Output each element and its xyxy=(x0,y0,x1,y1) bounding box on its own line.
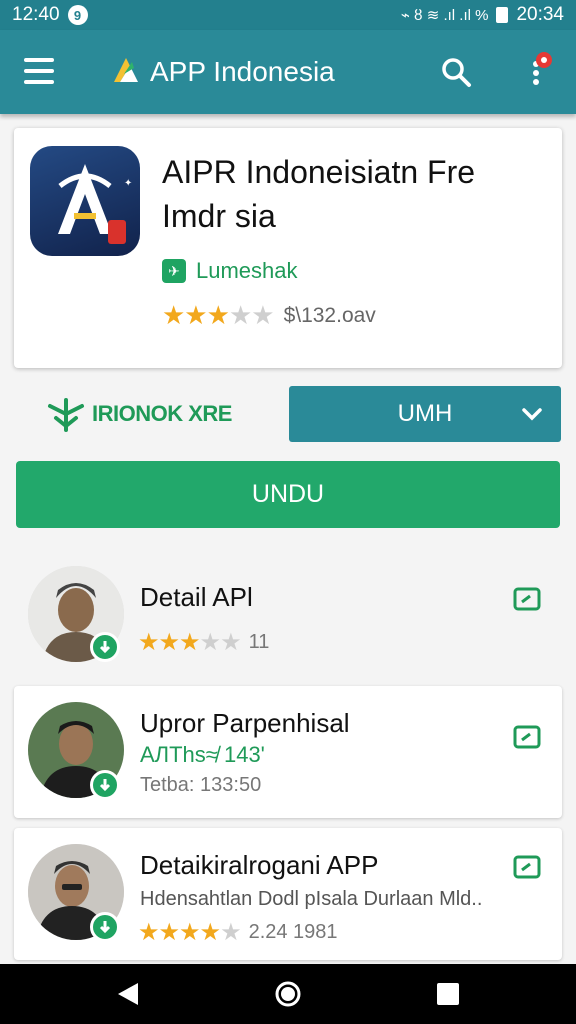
download-label: UNDU xyxy=(251,480,325,508)
install-badge-icon xyxy=(90,632,120,662)
status-clock: 20:34 xyxy=(516,4,564,25)
item-title: Detail APl xyxy=(140,582,253,612)
home-icon[interactable] xyxy=(274,980,302,1008)
install-badge-icon xyxy=(90,912,120,942)
menu-icon[interactable] xyxy=(24,58,54,84)
open-icon[interactable] xyxy=(512,584,542,614)
item-title: Upror Parpenhisal xyxy=(140,708,350,738)
open-icon[interactable] xyxy=(512,852,542,882)
star-rating-icon: ★★★★★ xyxy=(138,919,242,946)
notification-icon[interactable] xyxy=(522,50,558,90)
item-subtitle: AЛThs≉ 143' xyxy=(140,742,265,767)
navigation-bar xyxy=(0,964,576,1024)
app-title-line-2: Imdr sia xyxy=(162,198,276,234)
download-button[interactable]: UNDU xyxy=(16,461,560,528)
brand-logo-icon xyxy=(48,398,84,432)
open-icon[interactable] xyxy=(512,722,542,752)
list-item[interactable]: Detaikiralrogani APP Hdensahtlan Dodl pI… xyxy=(14,828,562,960)
app-header-card: ✦ AIPR Indoneisiatn Fre Imdr sia ✈ Lumes… xyxy=(14,128,562,368)
item-title: Detaikiralrogani APP xyxy=(140,850,379,880)
developer-badge-icon: ✈ xyxy=(162,259,186,283)
rating-count: 11 xyxy=(248,631,270,653)
app-title: APP Indonesia xyxy=(150,56,335,87)
app-title-text: AIPR Indoneisiatn Fre Imdr sia xyxy=(162,150,542,238)
recents-icon[interactable] xyxy=(434,980,462,1008)
developer-row[interactable]: ✈ Lumeshak xyxy=(162,258,298,284)
status-time: 12:40 xyxy=(12,4,60,25)
app-bar: APP Indonesia xyxy=(0,30,576,114)
item-meta: Tetba: 133:50 xyxy=(140,774,262,796)
developer-name: Lumeshak xyxy=(196,258,298,283)
brand-text: IRIONOK XRE xyxy=(92,401,232,426)
back-icon[interactable] xyxy=(114,980,142,1008)
select-value: UMH xyxy=(397,400,453,427)
install-badge-icon xyxy=(90,770,120,800)
app-a-logo-icon: ✦ xyxy=(58,164,132,244)
app-icon: ✦ xyxy=(30,146,140,256)
search-icon[interactable] xyxy=(440,56,472,88)
variant-select[interactable]: UMH xyxy=(289,386,561,442)
app-title-line-1: AIPR Indoneisiatn Fre xyxy=(162,154,476,190)
rating-count: 2.24 1981 xyxy=(248,921,338,943)
status-bar: 12:40 9 ⌁ ȣ ≋ .ıl .ıl % 20:34 xyxy=(0,0,576,30)
item-rating: ★★★★★ 11 xyxy=(138,628,269,657)
item-rating: ★★★★★ 2.24 1981 xyxy=(138,918,338,947)
star-rating-icon: ★★★★★ xyxy=(162,300,275,330)
list-item[interactable]: Upror Parpenhisal AЛThs≉ 143' Tetba: 133… xyxy=(14,686,562,818)
chevron-down-icon xyxy=(522,408,542,421)
item-subtitle: Hdensahtlan Dodl pIsala Durlaan Mld.. xyxy=(140,888,483,910)
notification-dot-icon: 9 xyxy=(67,5,88,25)
star-rating-icon: ★★★★★ xyxy=(138,629,242,656)
app-logo-icon xyxy=(114,58,138,82)
rating-text: $\132.oav xyxy=(283,303,376,327)
brand-mark: IRIONOK XRE xyxy=(46,396,232,432)
status-right: ⌁ ȣ ≋ .ıl .ıl % 20:34 xyxy=(401,4,564,26)
svg-text:✦: ✦ xyxy=(124,178,132,189)
app-rating: ★★★★★ $\132.oav xyxy=(162,300,376,331)
battery-icon xyxy=(496,7,509,23)
list-item[interactable]: Detail APl ★★★★★ 11 xyxy=(14,548,562,668)
status-glyphs: ⌁ ȣ ≋ .ıl .ıl % xyxy=(400,7,489,24)
